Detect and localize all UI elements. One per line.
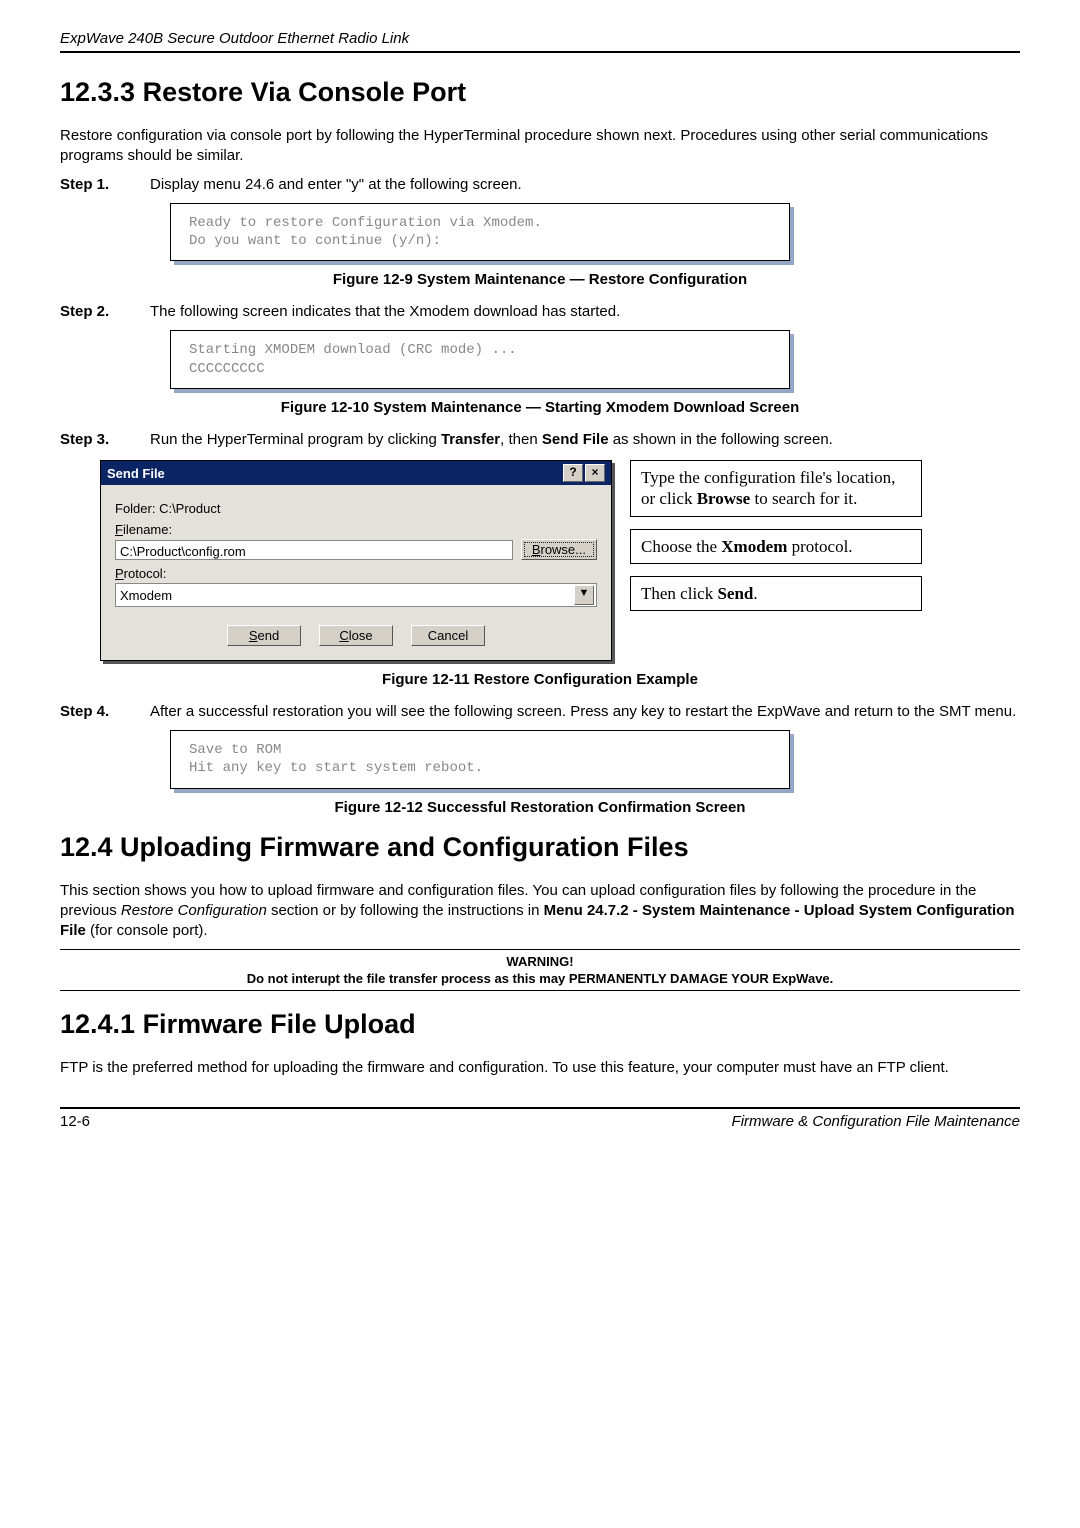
figure-12-9-caption: Figure 12-9 System Maintenance — Restore… xyxy=(60,271,1020,288)
protocol-value: Xmodem xyxy=(120,588,172,603)
folder-label: Folder: C:\Product xyxy=(115,501,597,516)
dialog-titlebar: Send File ? × xyxy=(101,461,611,485)
cancel-button[interactable]: Cancel xyxy=(411,625,485,646)
console-line: Do you want to continue (y/n): xyxy=(189,232,771,250)
console-box-3: Save to ROM Hit any key to start system … xyxy=(170,730,790,788)
step-2-text: The following screen indicates that the … xyxy=(150,302,1020,322)
warning-text: Do not interupt the file transfer proces… xyxy=(60,971,1020,986)
page-footer: 12-6 Firmware & Configuration File Maint… xyxy=(60,1107,1020,1130)
step-4-label: Step 4. xyxy=(60,702,150,722)
callouts: Type the configuration file's location, … xyxy=(630,460,922,661)
console-line: Starting XMODEM download (CRC mode) ... xyxy=(189,341,771,359)
intro-paragraph: Restore configuration via console port b… xyxy=(60,126,1020,167)
section-12-3-3-title: 12.3.3 Restore Via Console Port xyxy=(60,77,1020,108)
step-3: Step 3. Run the HyperTerminal program by… xyxy=(60,430,1020,450)
callout-browse: Type the configuration file's location, … xyxy=(630,460,922,517)
section-12-4-1-title: 12.4.1 Firmware File Upload xyxy=(60,1009,1020,1040)
figure-12-12-caption: Figure 12-12 Successful Restoration Conf… xyxy=(60,799,1020,816)
page-number: 12-6 xyxy=(60,1113,90,1130)
step-1-text: Display menu 24.6 and enter "y" at the f… xyxy=(150,175,1020,195)
page-header: ExpWave 240B Secure Outdoor Ethernet Rad… xyxy=(60,30,1020,53)
step-4-text: After a successful restoration you will … xyxy=(150,702,1020,722)
callout-protocol: Choose the Xmodem protocol. xyxy=(630,529,922,564)
step-1: Step 1. Display menu 24.6 and enter "y" … xyxy=(60,175,1020,195)
step-3-text: Run the HyperTerminal program by clickin… xyxy=(150,430,1020,450)
send-button[interactable]: Send xyxy=(227,625,301,646)
chevron-down-icon[interactable]: ▼ xyxy=(574,585,594,605)
step-1-label: Step 1. xyxy=(60,175,150,195)
dialog-title: Send File xyxy=(107,466,165,481)
step-3-label: Step 3. xyxy=(60,430,150,450)
section-12-4-title: 12.4 Uploading Firmware and Configuratio… xyxy=(60,832,1020,863)
warning-title: WARNING! xyxy=(60,954,1020,969)
console-line: CCCCCCCCC xyxy=(189,360,771,378)
console-line: Ready to restore Configuration via Xmode… xyxy=(189,214,771,232)
section-12-4-paragraph: This section shows you how to upload fir… xyxy=(60,881,1020,942)
help-button[interactable]: ? xyxy=(563,464,583,482)
filename-label: Filename: xyxy=(115,522,597,537)
step-4: Step 4. After a successful restoration y… xyxy=(60,702,1020,722)
figure-12-11-caption: Figure 12-11 Restore Configuration Examp… xyxy=(60,671,1020,688)
send-file-dialog: Send File ? × Folder: C:\Product Filenam… xyxy=(100,460,612,661)
step-2: Step 2. The following screen indicates t… xyxy=(60,302,1020,322)
footer-title: Firmware & Configuration File Maintenanc… xyxy=(732,1113,1020,1130)
protocol-select[interactable]: Xmodem ▼ xyxy=(115,583,597,607)
console-line: Hit any key to start system reboot. xyxy=(189,759,771,777)
step-2-label: Step 2. xyxy=(60,302,150,322)
protocol-label: Protocol: xyxy=(115,566,597,581)
console-line: Save to ROM xyxy=(189,741,771,759)
section-12-4-1-paragraph: FTP is the preferred method for uploadin… xyxy=(60,1058,1020,1078)
close-button[interactable]: Close xyxy=(319,625,393,646)
browse-button[interactable]: Browse... xyxy=(521,539,597,560)
console-box-2: Starting XMODEM download (CRC mode) ... … xyxy=(170,330,790,388)
warning-box: WARNING! Do not interupt the file transf… xyxy=(60,949,1020,991)
console-box-1: Ready to restore Configuration via Xmode… xyxy=(170,203,790,261)
callout-send: Then click Send. xyxy=(630,576,922,611)
filename-input[interactable]: C:\Product\config.rom xyxy=(115,540,513,560)
close-icon[interactable]: × xyxy=(585,464,605,482)
figure-12-10-caption: Figure 12-10 System Maintenance — Starti… xyxy=(60,399,1020,416)
